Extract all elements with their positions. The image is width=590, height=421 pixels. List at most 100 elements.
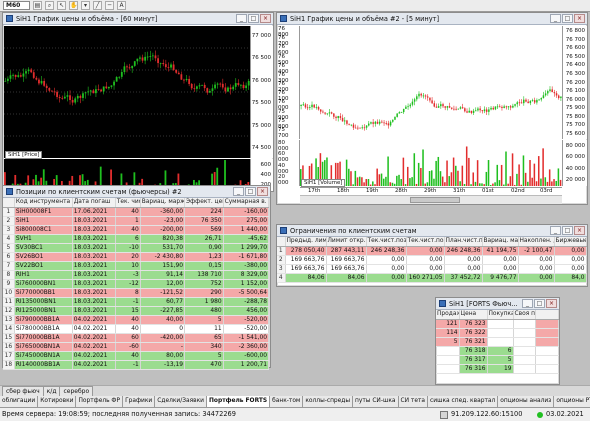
column-header[interactable]: Предыд. лимит <box>285 237 327 247</box>
position-row[interactable]: 7 SV22BO1 18.03.2021 10 151,90 0,15 -380,00 <box>3 261 270 271</box>
position-row[interactable]: 12 RI125000BN1 18.03.2021 15 -227,85 480 456,0… <box>3 306 270 316</box>
minimize-button[interactable]: _ <box>233 187 244 196</box>
chart2-titlebar[interactable]: SiH1 График цены и объёма #2 - [5 минут]… <box>277 13 587 25</box>
minimize-button[interactable]: _ <box>236 14 247 23</box>
bid-volume <box>487 319 514 329</box>
column-header[interactable]: Дата погаш <box>72 198 116 208</box>
workspace-tab[interactable]: опционы РТС <box>554 396 590 407</box>
position-row[interactable]: 1 SiH00008F1 17.06.2021 40 -360,00 224 -160,00 <box>3 207 270 217</box>
column-header[interactable]: Тек. чист. <box>115 198 141 208</box>
chart-type-icon[interactable]: ▤ <box>33 1 42 10</box>
position-row[interactable]: 4 SVH1 18.03.2021 6 820,38 26,71 -45,62 <box>3 234 270 244</box>
position-row[interactable]: 8 RIH1 18.03.2021 -3 91,14 138 710 8 329,00 <box>3 270 270 280</box>
close-button[interactable]: × <box>574 14 585 23</box>
column-header[interactable]: Тек.чист.поз. <box>366 237 407 247</box>
dropdown-icon[interactable]: ▾ <box>81 1 90 10</box>
maximize-button[interactable]: □ <box>534 299 545 308</box>
position-row[interactable]: 9 Si760000BN1 18.03.2021 -12 12,00 752 1 152,0… <box>3 279 270 289</box>
workspace-tab[interactable]: Котировки <box>38 396 77 407</box>
limit-row[interactable]: 3 169 663,76 169 663,76 0,00 0,00 0,00 0,00 0,0… <box>277 264 587 274</box>
maximize-button[interactable]: □ <box>562 226 573 235</box>
position-row[interactable]: 18 RI140000BB1A 04.02.2021 -1 -13,19 470 1 200… <box>3 360 270 370</box>
position-row[interactable]: 14 Si780000BB1A 04.02.2021 40 0 11 -520,00 <box>3 324 270 334</box>
ask-row[interactable]: 5 76 321 <box>436 337 559 347</box>
workspace-tab[interactable]: СИ тета <box>398 396 429 407</box>
column-header[interactable]: Накоплен. д <box>518 237 555 247</box>
hline-icon[interactable]: ─ <box>105 1 114 10</box>
position-row[interactable]: 5 SV30BC1 18.03.2021 -10 531,70 0,90 1 299,70 <box>3 243 270 253</box>
ask-row[interactable]: 114 76 322 <box>436 328 559 338</box>
position-row[interactable]: 3 Si800008C1 18.03.2021 40 -200,00 569 1 440,0… <box>3 225 270 235</box>
table-cell: RI140000BB1A <box>14 360 73 370</box>
chart1-titlebar[interactable]: SiH1 График цены и объёма - [60 минут] _… <box>3 13 273 25</box>
text-icon[interactable]: A <box>117 1 126 10</box>
table-cell: 04.02.2021 <box>72 342 116 352</box>
position-row[interactable]: 17 Si745000BN1A 04.02.2021 40 80,00 5 -600,00 <box>3 351 270 361</box>
close-button[interactable]: × <box>546 299 557 308</box>
hand-icon[interactable]: ✋ <box>69 1 78 10</box>
trendline-icon[interactable]: ╱ <box>93 1 102 10</box>
workspace-tab[interactable]: сишка спед. квартал <box>428 396 499 407</box>
position-row[interactable]: 15 Si770000BB1A 04.02.2021 60 -420,00 65 -1 54… <box>3 333 270 343</box>
workspace-tab[interactable]: коллы-спреды <box>303 396 354 407</box>
workspace-tab[interactable]: путы СИ-шка <box>353 396 399 407</box>
workspace-tab[interactable]: Портфель ФР <box>76 396 124 407</box>
bid-row[interactable]: 76 318 6 <box>436 346 559 356</box>
limit-row[interactable]: 2 169 663,76 169 663,76 0,00 0,00 0,00 0,00 0,0… <box>277 255 587 265</box>
position-row[interactable]: 6 SV26BO1 18.03.2021 20 -2 430,80 1,23 -1 671,… <box>3 252 270 262</box>
workspace-tab[interactable]: банк-том <box>270 396 304 407</box>
interval-select[interactable]: M60 <box>3 1 30 10</box>
column-header[interactable]: Биржевые сбо <box>554 237 587 247</box>
column-header: Своя п <box>513 310 536 320</box>
close-button[interactable]: × <box>574 226 585 235</box>
price-chart-5min[interactable] <box>300 26 562 139</box>
candle <box>208 90 211 93</box>
minimize-button[interactable]: _ <box>550 226 561 235</box>
table-cell: 1 980 <box>184 297 224 307</box>
maximize-button[interactable]: □ <box>245 187 256 196</box>
column-header[interactable]: Суммарная в. <box>223 198 270 208</box>
minimize-button[interactable]: _ <box>522 299 533 308</box>
minimize-button[interactable]: _ <box>550 14 561 23</box>
positions-titlebar[interactable]: Позиции по клиентским счетам (фьючерсы) … <box>3 186 270 198</box>
workspace-tab[interactable]: облигации <box>0 396 39 407</box>
position-row[interactable]: 16 Si765000BN1A 04.02.2021 -60-340 -2 360,00 <box>3 342 270 352</box>
column-header[interactable]: Код инструмента <box>14 198 73 208</box>
limits-titlebar[interactable]: Ограничения по клиентским счетам _ □ × <box>277 225 587 237</box>
zoom-icon[interactable]: ⌕ <box>45 1 54 10</box>
column-header[interactable]: Эффект. цена <box>184 198 224 208</box>
position-row[interactable]: 10 Si770000BB1 18.03.2021 8 -121,52 290 -5 500… <box>3 288 270 298</box>
maximize-button[interactable]: □ <box>248 14 259 23</box>
workspace-tab[interactable]: Портфель FORTS <box>207 396 271 407</box>
bid-row[interactable]: 76 317 5 <box>436 355 559 365</box>
workspace-tab[interactable]: к/д <box>42 386 61 396</box>
column-header[interactable]: План.чист.поз. <box>444 237 483 247</box>
workspace-tab[interactable]: Сделки/Заявки <box>155 396 207 407</box>
price-chart-60min[interactable] <box>4 26 250 158</box>
workspace-tab[interactable]: опционы анализ <box>498 396 555 407</box>
positions-title: Позиции по клиентским счетам (фьючерсы) … <box>16 187 182 196</box>
arrow-icon[interactable]: ↖ <box>57 1 66 10</box>
position-row[interactable]: 2 SiH1 18.03.2021 1 -23,00 76 350 275,00 <box>3 216 270 226</box>
column-header[interactable]: Вариац. маржа <box>140 198 186 208</box>
close-button[interactable]: × <box>257 187 268 196</box>
workspace-tab[interactable]: серебро <box>59 386 94 396</box>
orderbook-titlebar[interactable]: SiH1 [FORTS Фьюч... _ □ × <box>436 298 559 310</box>
bid-row[interactable]: 76 316 19 <box>436 364 559 374</box>
volume-bar <box>385 176 387 186</box>
column-header[interactable]: Лимит откр. п <box>326 237 367 247</box>
maximize-button[interactable]: □ <box>562 14 573 23</box>
position-row[interactable]: 13 Si790000BB1A 04.02.2021 40 40,00 5 -520,00 <box>3 315 270 325</box>
workspace-tab[interactable]: Графики <box>123 396 156 407</box>
column-header[interactable]: Вариац. маржа <box>482 237 519 247</box>
column-header[interactable]: Тек.чист.поз. ( <box>406 237 445 247</box>
limit-row[interactable]: 1 278 050,40 287 443,11 246 248,36 0,00 246 2… <box>277 246 587 256</box>
close-button[interactable]: × <box>260 14 271 23</box>
position-row[interactable]: 11 RI135000BN1 18.03.2021 -1 60,77 1 980 -288,… <box>3 297 270 307</box>
limit-row[interactable]: 4 84,06 84,06 0,00 160 271,05 37 452,72 9 476,… <box>277 273 587 283</box>
workspace-tab[interactable]: сбер фьюч <box>2 386 44 396</box>
table-cell: 91,14 <box>140 270 186 280</box>
ask-row[interactable]: 121 76 323 <box>436 319 559 329</box>
candle <box>446 106 449 108</box>
horizontal-scrollbar[interactable] <box>300 195 562 204</box>
